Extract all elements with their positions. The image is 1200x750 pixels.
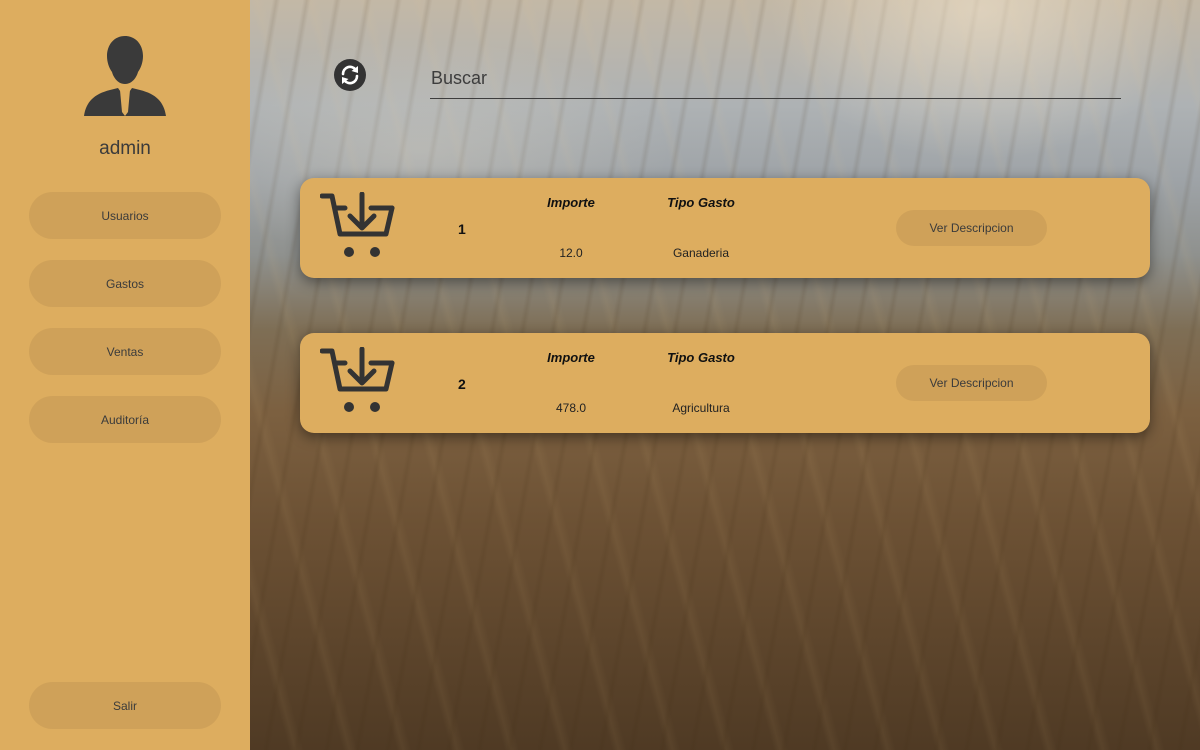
importe-label: Importe [547,350,595,365]
ver-descripcion-button[interactable]: Ver Descripcion [896,210,1047,246]
importe-value: 478.0 [555,401,587,415]
search-input[interactable] [430,58,1121,99]
cart-download-icon [320,347,395,412]
sidebar-item-gastos[interactable]: Gastos [29,260,221,307]
tipo-gasto-label: Tipo Gasto [667,350,735,365]
refresh-icon [341,65,359,85]
expense-card: 1 Importe Tipo Gasto 12.0 Ganaderia Ver … [300,178,1150,278]
expense-card: 2 Importe Tipo Gasto 478.0 Agricultura V… [300,333,1150,433]
card-id: 1 [458,221,466,237]
importe-value: 12.0 [559,246,583,260]
cart-download-icon [320,192,395,257]
ver-descripcion-button[interactable]: Ver Descripcion [896,365,1047,401]
username: admin [99,138,151,159]
logout-button[interactable]: Salir [29,682,221,729]
sidebar-item-auditoria[interactable]: Auditoría [29,396,221,443]
card-id: 2 [458,376,466,392]
user-avatar-icon [84,36,166,116]
tipo-gasto-label: Tipo Gasto [667,195,735,210]
tipo-gasto-value: Agricultura [672,401,730,415]
main-content: 1 Importe Tipo Gasto 12.0 Ganaderia Ver … [250,0,1200,750]
importe-label: Importe [547,195,595,210]
sidebar-item-ventas[interactable]: Ventas [29,328,221,375]
tipo-gasto-value: Ganaderia [672,246,730,260]
sidebar-item-usuarios[interactable]: Usuarios [29,192,221,239]
refresh-button[interactable] [334,59,366,91]
sidebar: admin Usuarios Gastos Ventas Auditoría S… [0,0,250,750]
